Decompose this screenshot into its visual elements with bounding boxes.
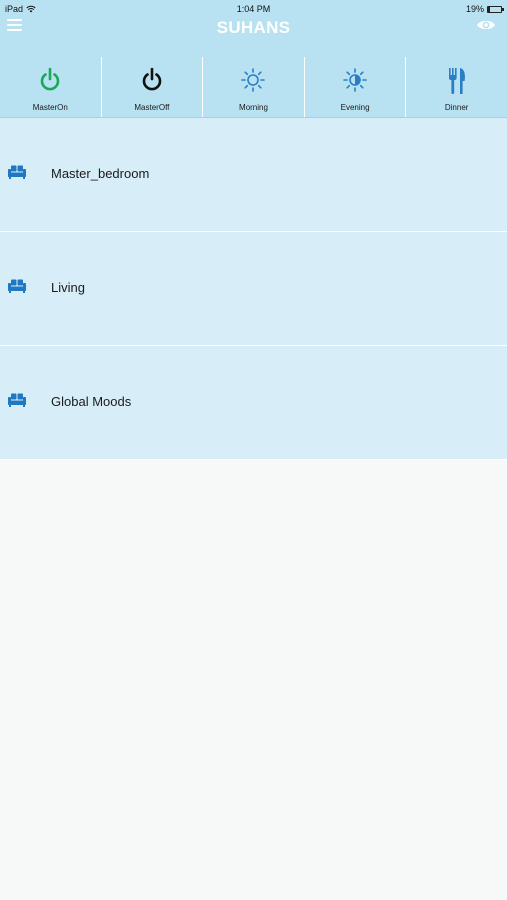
room-list: Master_bedroom Living Global Moods (0, 118, 507, 460)
sun-icon (241, 68, 266, 92)
room-label: Master_bedroom (51, 166, 150, 181)
room-item-global-moods[interactable]: Global Moods (0, 346, 507, 460)
sofa-icon (8, 165, 26, 179)
room-item-master-bedroom[interactable]: Master_bedroom (0, 118, 507, 232)
scene-dinner-button[interactable]: Dinner (406, 57, 507, 117)
power-icon (41, 67, 60, 91)
eye-icon[interactable] (476, 17, 496, 33)
scene-label: MasterOff (134, 103, 170, 112)
scene-label: Evening (340, 103, 370, 112)
half-sun-icon (343, 68, 367, 92)
scene-masteron-button[interactable]: MasterOn (0, 57, 102, 117)
scene-evening-button[interactable]: Evening (305, 57, 407, 117)
sofa-icon (8, 279, 26, 293)
room-label: Global Moods (51, 394, 132, 409)
scene-label: MasterOn (32, 103, 68, 112)
sofa-icon (8, 393, 26, 407)
scene-label: Morning (239, 103, 268, 112)
power-icon (142, 67, 162, 91)
app-title: SUHANS (216, 18, 291, 37)
scene-label: Dinner (444, 103, 469, 112)
battery-percent: 19% (465, 4, 484, 14)
scene-bar: MasterOn MasterOff Morning Evening Dinne… (0, 57, 507, 118)
room-item-living[interactable]: Living (0, 232, 507, 346)
battery-fill (488, 6, 491, 12)
scene-morning-button[interactable]: Morning (203, 57, 305, 117)
status-time: 1:04 PM (236, 4, 271, 14)
fork-knife-icon (448, 68, 465, 94)
room-label: Living (51, 280, 85, 295)
scene-masteroff-button[interactable]: MasterOff (102, 57, 204, 117)
top-bar: iPad 1:04 PM 19% SUHANS (0, 0, 507, 58)
status-right: 19% (465, 4, 504, 14)
battery-icon (487, 5, 504, 13)
